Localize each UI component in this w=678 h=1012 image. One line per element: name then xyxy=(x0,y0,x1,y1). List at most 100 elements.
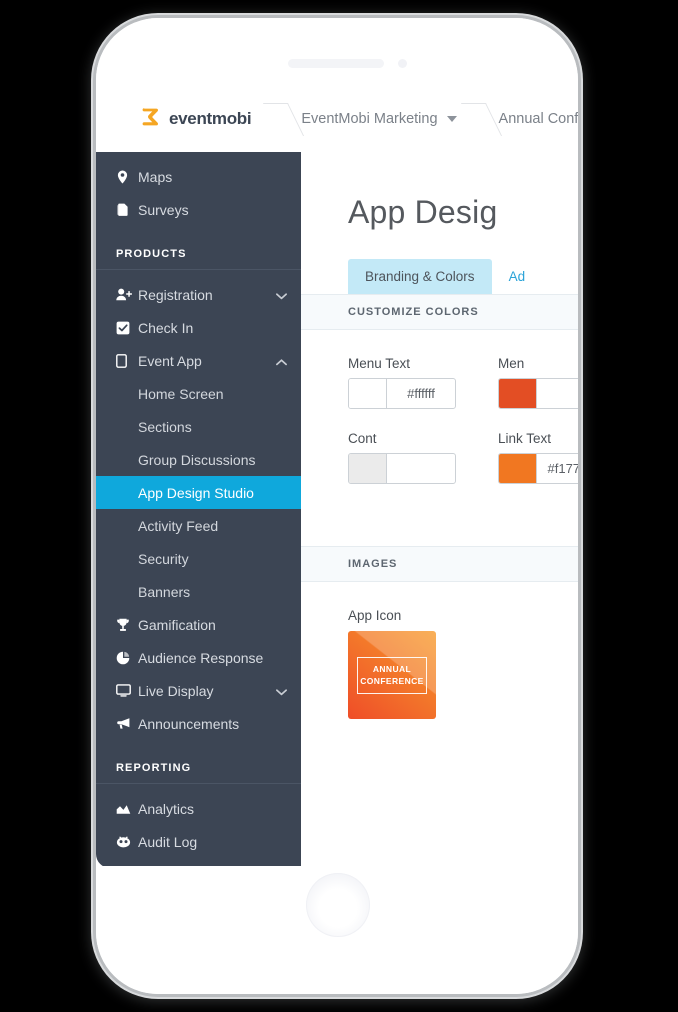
color-field-content-background: Cont xyxy=(348,431,456,484)
chevron-down-icon[interactable] xyxy=(276,683,287,699)
phone-home-button[interactable] xyxy=(306,873,370,937)
monitor-icon xyxy=(116,684,138,697)
sidebar-item-label: App Design Studio xyxy=(138,484,254,501)
sidebar-group-reporting: REPORTING xyxy=(116,762,192,774)
color-input[interactable] xyxy=(498,378,578,409)
color-input[interactable]: #f17721 xyxy=(498,453,578,484)
sidebar-item-analytics[interactable]: Analytics xyxy=(96,792,301,825)
breadcrumb-separator-2 xyxy=(465,86,491,152)
color-swatch[interactable] xyxy=(349,454,387,483)
sidebar-item-label: Home Screen xyxy=(138,385,224,402)
tab-advanced[interactable]: Ad xyxy=(492,259,543,294)
sidebar-group-administration: ADMINISTRATION xyxy=(96,858,301,866)
sidebar-top-spacer xyxy=(96,152,301,160)
app-icon-label: App Icon xyxy=(348,608,402,623)
sidebar-navigation: Maps Surveys PRODUCTS Registration Check… xyxy=(96,152,301,866)
sidebar-item-label: Group Discussions xyxy=(138,451,256,468)
section-header-images: IMAGES xyxy=(301,546,578,582)
color-input[interactable]: #ffffff xyxy=(348,378,456,409)
sidebar-item-sections[interactable]: Sections xyxy=(96,410,301,443)
breadcrumb-event-label: Annual Confere xyxy=(498,111,578,127)
app-icon-text-frame: ANNUAL CONFERENCE xyxy=(357,657,427,694)
tab-bar: Branding & Colors Ad xyxy=(301,231,578,294)
sidebar-item-activity-feed[interactable]: Activity Feed xyxy=(96,509,301,542)
section-header-customize-colors: CUSTOMIZE COLORS xyxy=(301,294,578,330)
pie-chart-icon xyxy=(116,651,138,665)
app-icon-block: App Icon ANNUAL CONFERENCE xyxy=(301,582,578,719)
sidebar-item-label: Analytics xyxy=(138,800,195,817)
bar-chart-icon xyxy=(116,803,138,815)
breadcrumb-organization[interactable]: EventMobi Marketing xyxy=(293,111,464,127)
color-field-menu-background: Men xyxy=(498,356,578,409)
sidebar-item-gamification[interactable]: Gamification xyxy=(96,608,301,641)
sidebar-item-maps[interactable]: Maps xyxy=(96,160,301,193)
breadcrumb-organization-label: EventMobi Marketing xyxy=(301,111,438,127)
app-icon-line-1: ANNUAL xyxy=(372,664,412,674)
sidebar-item-audience-response[interactable]: Audience Response xyxy=(96,641,301,674)
sidebar-item-audit-log[interactable]: Audit Log xyxy=(96,825,301,858)
sidebar-item-label: Audit Log xyxy=(138,833,198,850)
phone-device-frame: eventmobi EventMobi Marketing Annual Con… xyxy=(96,18,578,994)
color-swatch[interactable] xyxy=(499,379,537,408)
tab-branding-and-colors[interactable]: Branding & Colors xyxy=(348,259,492,294)
sidebar-item-label: Maps xyxy=(138,168,173,185)
hex-value[interactable]: #f17721 xyxy=(537,454,579,483)
sidebar-item-label: Announcements xyxy=(138,715,240,732)
color-field-link-text: Link Text #f17721 xyxy=(498,431,578,484)
top-navigation-bar: eventmobi EventMobi Marketing Annual Con… xyxy=(96,86,578,152)
sidebar-item-surveys[interactable]: Surveys xyxy=(96,193,301,226)
sidebar-item-registration[interactable]: Registration xyxy=(96,278,301,311)
sidebar-item-live-display[interactable]: Live Display xyxy=(96,674,301,707)
hex-value[interactable]: #ffffff xyxy=(387,379,455,408)
chevron-up-icon[interactable] xyxy=(276,353,287,369)
color-field-menu-text: Menu Text #ffffff xyxy=(348,356,456,409)
phone-front-camera xyxy=(398,59,407,68)
phone-speaker-grille xyxy=(288,59,384,68)
breadcrumb-separator xyxy=(267,86,293,152)
app-icon-line-2: CONFERENCE xyxy=(360,676,424,686)
user-plus-icon xyxy=(116,288,138,301)
sidebar-item-label: Audience Response xyxy=(138,649,264,666)
sidebar-item-app-design-studio[interactable]: App Design Studio xyxy=(96,476,301,509)
sidebar-item-check-in[interactable]: Check In xyxy=(96,311,301,344)
audit-log-icon xyxy=(116,835,138,848)
hex-value[interactable] xyxy=(387,454,455,483)
sidebar-item-label: Event App xyxy=(138,352,202,369)
field-label: Menu Text xyxy=(348,356,411,371)
chevron-down-icon[interactable] xyxy=(276,287,287,303)
sidebar-item-label: Security xyxy=(138,550,189,567)
color-swatch[interactable] xyxy=(349,379,387,408)
sidebar-item-label: Activity Feed xyxy=(138,517,219,534)
color-swatch[interactable] xyxy=(499,454,537,483)
app-icon-preview[interactable]: ANNUAL CONFERENCE xyxy=(348,631,436,719)
sidebar-item-group-discussions[interactable]: Group Discussions xyxy=(96,443,301,476)
brand-logo[interactable]: eventmobi xyxy=(96,86,267,152)
sidebar-item-home-screen[interactable]: Home Screen xyxy=(96,377,301,410)
field-label: Men xyxy=(498,356,525,371)
field-label: Link Text xyxy=(498,431,552,446)
sidebar-item-event-app[interactable]: Event App xyxy=(96,344,301,377)
sidebar-item-label: Gamification xyxy=(138,616,216,633)
sidebar-item-label: Registration xyxy=(138,286,213,303)
app-viewport: eventmobi EventMobi Marketing Annual Con… xyxy=(96,86,578,866)
trophy-icon xyxy=(116,618,138,632)
field-label: Cont xyxy=(348,431,377,446)
eventmobi-logo-icon xyxy=(140,106,162,133)
main-content: App Desig Branding & Colors Ad CUSTOMIZE… xyxy=(301,152,578,866)
brand-name: eventmobi xyxy=(169,109,252,128)
sidebar-item-label: Check In xyxy=(138,319,194,336)
color-input[interactable] xyxy=(348,453,456,484)
breadcrumb-event[interactable]: Annual Confere xyxy=(491,111,578,127)
images-section: IMAGES App Icon ANNUAL CONFERENCE xyxy=(301,546,578,719)
sidebar-item-announcements[interactable]: Announcements xyxy=(96,707,301,740)
sidebar-item-banners[interactable]: Banners xyxy=(96,575,301,608)
sidebar-item-label: Banners xyxy=(138,583,191,600)
map-pin-icon xyxy=(116,170,138,184)
hex-value[interactable] xyxy=(537,379,578,408)
checkbox-checked-icon xyxy=(116,321,138,335)
sidebar-item-security[interactable]: Security xyxy=(96,542,301,575)
phone-screen: eventmobi EventMobi Marketing Annual Con… xyxy=(96,18,578,994)
page-title: App Desig xyxy=(348,194,498,230)
